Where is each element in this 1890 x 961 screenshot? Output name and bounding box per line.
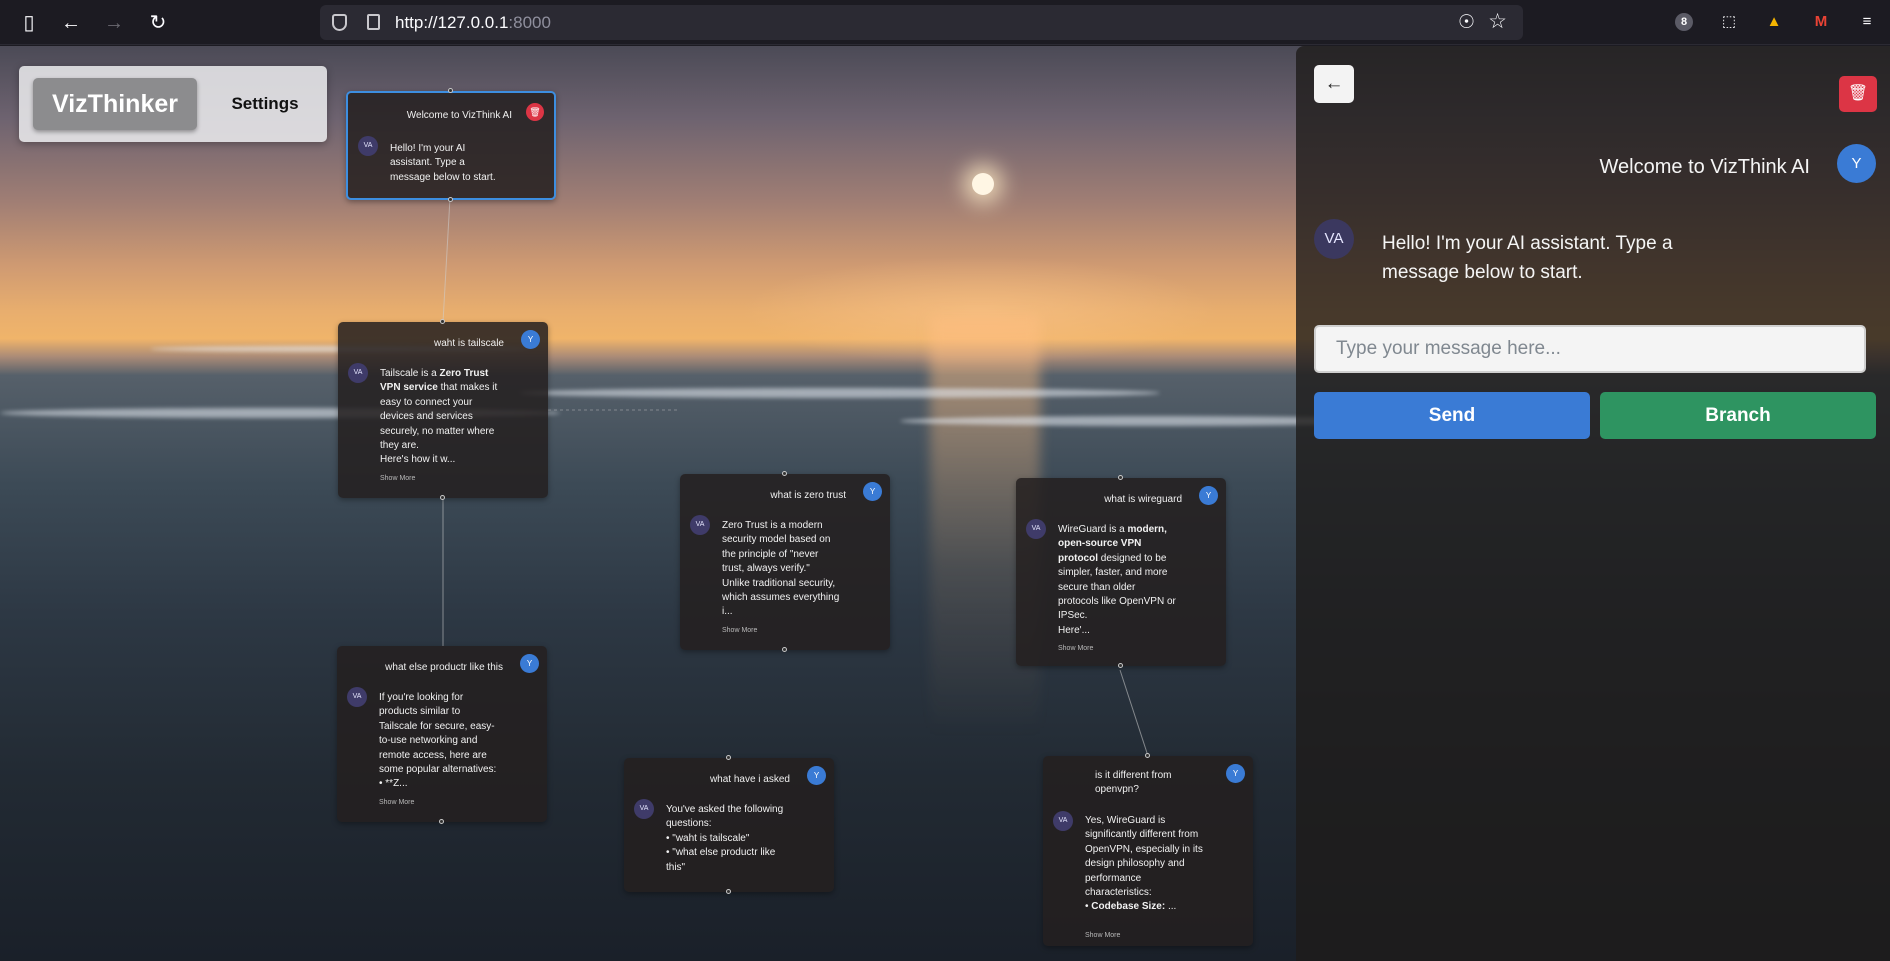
- node-handle[interactable]: [1118, 475, 1123, 480]
- app-header: VizThinker Settings: [19, 66, 327, 142]
- tracking-protection-icon[interactable]: [332, 14, 347, 31]
- node-question: is it different from openvpn?: [1095, 770, 1172, 795]
- node-handle[interactable]: [440, 495, 445, 500]
- node-handle[interactable]: [448, 197, 453, 202]
- node-question: what is zero trust: [770, 490, 846, 501]
- sun: [972, 173, 994, 195]
- node-handle[interactable]: [782, 471, 787, 476]
- user-avatar: Y: [520, 654, 539, 673]
- node-openvpn[interactable]: is it different from openvpn? Y VA Yes, …: [1043, 756, 1253, 946]
- node-welcome[interactable]: Welcome to VizThink AI 🗑 VA Hello! I'm y…: [346, 91, 556, 200]
- node-question: Welcome to VizThink AI: [406, 110, 512, 121]
- page-info-icon[interactable]: [367, 14, 380, 30]
- ai-avatar: VA: [1314, 219, 1354, 259]
- reload-icon[interactable]: ↻: [145, 10, 171, 36]
- address-bar[interactable]: http://127.0.0.1:8000 ☉ ☆: [320, 5, 1523, 40]
- delete-node-icon[interactable]: 🗑: [526, 103, 544, 121]
- sidebar-toggle-icon[interactable]: ▯: [16, 10, 42, 36]
- node-question: what is wireguard: [1104, 494, 1182, 505]
- bookmark-star-icon[interactable]: ☆: [1488, 9, 1507, 34]
- app-logo-button[interactable]: VizThinker: [33, 78, 197, 130]
- ai-avatar: VA: [1053, 811, 1073, 831]
- answer-bullet: "what else productr like this": [666, 846, 784, 875]
- node-handle[interactable]: [440, 319, 445, 324]
- ai-avatar: VA: [348, 363, 368, 383]
- gmail-icon[interactable]: M: [1809, 10, 1833, 34]
- chat-panel: ← 🗑 Welcome to VizThink AI Y VA Hello! I…: [1296, 46, 1890, 961]
- node-handle[interactable]: [439, 819, 444, 824]
- message-input[interactable]: [1314, 325, 1866, 373]
- back-icon[interactable]: ←: [58, 10, 84, 36]
- settings-button[interactable]: Settings: [215, 78, 315, 130]
- node-handle[interactable]: [448, 88, 453, 93]
- answer-bullet: "waht is tailscale": [666, 832, 784, 846]
- node-answer: Yes, WireGuard is significantly differen…: [1085, 814, 1203, 915]
- user-avatar: Y: [1199, 486, 1218, 505]
- google-drive-icon[interactable]: ▲: [1762, 10, 1786, 34]
- node-alternatives[interactable]: what else productr like this Y VA If you…: [337, 646, 547, 822]
- show-more-link[interactable]: Show More: [379, 799, 414, 806]
- wave: [520, 388, 1160, 398]
- menu-icon[interactable]: ≡: [1855, 10, 1879, 34]
- forward-icon[interactable]: →: [101, 10, 127, 36]
- edge: [442, 197, 451, 323]
- node-answer: Zero Trust is a modern security model ba…: [722, 520, 840, 618]
- node-question: what have i asked: [709, 774, 790, 785]
- url-text[interactable]: http://127.0.0.1:8000: [395, 13, 551, 33]
- show-more-link[interactable]: Show More: [1085, 932, 1120, 939]
- show-more-link[interactable]: Show More: [1058, 645, 1093, 652]
- node-answer: Hello! I'm your AI assistant. Type a mes…: [390, 143, 496, 183]
- answer-bullet: **Z...: [379, 777, 497, 791]
- branch-button[interactable]: Branch: [1600, 392, 1876, 439]
- node-answer: If you're looking for products similar t…: [379, 691, 497, 792]
- delete-button[interactable]: 🗑: [1839, 76, 1877, 112]
- node-answer: WireGuard is a modern, open-source VPN p…: [1058, 524, 1176, 636]
- node-question: what else productr like this: [385, 662, 503, 673]
- user-avatar: Y: [521, 330, 540, 349]
- user-avatar: Y: [1226, 764, 1245, 783]
- show-more-link[interactable]: Show More: [380, 475, 415, 482]
- send-button[interactable]: Send: [1314, 392, 1590, 439]
- extension-badge[interactable]: 8: [1675, 13, 1693, 31]
- node-handle[interactable]: [782, 647, 787, 652]
- extensions-puzzle-icon[interactable]: ⬚: [1717, 10, 1741, 34]
- node-answer: Tailscale is a Zero Trust VPN service th…: [380, 368, 498, 466]
- ai-avatar: VA: [1026, 519, 1046, 539]
- node-history[interactable]: what have i asked Y VA You've asked the …: [624, 758, 834, 892]
- edge: [1119, 669, 1149, 757]
- node-handle[interactable]: [1145, 753, 1150, 758]
- node-handle[interactable]: [726, 755, 731, 760]
- show-more-link[interactable]: Show More: [722, 627, 757, 634]
- user-avatar: Y: [863, 482, 882, 501]
- browser-toolbar: ▯ ← → ↻ http://127.0.0.1:8000 ☉ ☆ 8 ⬚ ▲ …: [0, 0, 1890, 45]
- node-handle[interactable]: [726, 889, 731, 894]
- ai-avatar: VA: [690, 515, 710, 535]
- arrow-left-icon: ←: [1324, 73, 1344, 94]
- fingerprint-icon[interactable]: ☉: [1458, 11, 1475, 34]
- trash-icon: 🗑: [1847, 85, 1869, 102]
- back-button[interactable]: ←: [1314, 65, 1354, 103]
- ai-avatar: VA: [347, 687, 367, 707]
- ai-avatar: VA: [358, 136, 378, 156]
- node-tailscale[interactable]: waht is tailscale Y VA Tailscale is a Ze…: [338, 322, 548, 498]
- user-message: Welcome to VizThink AI: [1599, 156, 1810, 178]
- user-avatar: Y: [1837, 144, 1876, 183]
- node-answer: You've asked the following questions: "w…: [666, 803, 784, 875]
- ai-message: Hello! I'm your AI assistant. Type a mes…: [1382, 233, 1673, 283]
- user-avatar: Y: [807, 766, 826, 785]
- node-question: waht is tailscale: [433, 338, 504, 349]
- ai-avatar: VA: [634, 799, 654, 819]
- node-wireguard[interactable]: what is wireguard Y VA WireGuard is a mo…: [1016, 478, 1226, 666]
- node-zero-trust[interactable]: what is zero trust Y VA Zero Trust is a …: [680, 474, 890, 650]
- node-handle[interactable]: [1118, 663, 1123, 668]
